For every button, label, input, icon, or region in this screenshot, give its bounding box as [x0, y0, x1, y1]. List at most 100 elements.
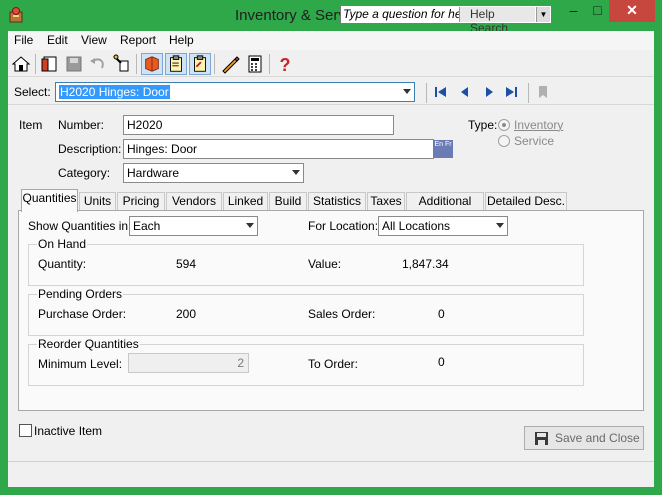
tab-taxes[interactable]: Taxes — [367, 192, 405, 211]
toolbar-separator — [214, 54, 215, 74]
toolbar-separator — [136, 54, 137, 74]
menu-report[interactable]: Report — [120, 33, 156, 47]
tab-vendors[interactable]: Vendors — [166, 192, 222, 211]
toolbar: ? — [8, 51, 654, 77]
to-order-label: To Order: — [308, 357, 359, 371]
first-record-icon[interactable] — [432, 83, 450, 101]
type-service-label[interactable]: Service — [514, 134, 554, 148]
location-combobox[interactable]: All Locations — [378, 216, 508, 236]
save-and-close-button[interactable]: Save and Close — [524, 426, 644, 450]
chevron-down-icon[interactable] — [246, 223, 254, 228]
tab-additional-info[interactable]: Additional Info — [406, 192, 484, 225]
show-quantities-combobox[interactable]: Each — [129, 216, 258, 236]
category-value[interactable]: Hardware — [127, 166, 179, 180]
minimum-level-label: Minimum Level: — [38, 357, 123, 371]
select-combobox[interactable]: H2020 Hinges: Door — [55, 82, 415, 102]
quantity-value: 594 — [176, 257, 197, 271]
clipboard-edit-icon[interactable] — [189, 53, 211, 75]
window-title: Inventory & Serv — [235, 7, 346, 24]
help-question-box[interactable]: Type a question for help Help Search ▼ — [340, 5, 552, 35]
minimize-button[interactable]: – — [560, 0, 587, 22]
purchase-order-label: Purchase Order: — [38, 307, 127, 321]
type-label: Type: — [468, 118, 498, 132]
open-record-icon[interactable] — [39, 53, 61, 75]
tab-linked[interactable]: Linked — [223, 192, 268, 211]
menu-file[interactable]: File — [14, 33, 33, 47]
number-field[interactable]: H2020 — [123, 115, 394, 135]
remember-icon[interactable] — [111, 53, 133, 75]
type-inventory-label[interactable]: Inventory — [514, 118, 563, 132]
purchase-order-value: 200 — [176, 307, 197, 321]
select-label: Select: — [14, 85, 51, 99]
item-list-icon[interactable] — [141, 53, 163, 75]
bookmark-icon[interactable] — [534, 83, 552, 101]
svg-text:?: ? — [280, 55, 291, 75]
sales-order-value: 0 — [438, 307, 445, 321]
help-icon[interactable]: ? — [274, 53, 296, 75]
home-icon[interactable] — [10, 53, 32, 75]
pencil-icon[interactable] — [219, 53, 241, 75]
sales-order-label: Sales Order: — [308, 307, 376, 321]
calculator-icon[interactable] — [244, 53, 266, 75]
help-search-label[interactable]: Help Search — [459, 7, 535, 35]
inactive-item-label[interactable]: Inactive Item — [34, 424, 102, 438]
inventory-window: Inventory & Serv Type a question for hel… — [0, 0, 662, 495]
undo-icon[interactable] — [87, 53, 109, 75]
maximize-button[interactable]: □ — [584, 0, 611, 22]
tab-pricing[interactable]: Pricing — [117, 192, 165, 211]
tab-statistics[interactable]: Statistics — [308, 192, 366, 211]
toolbar-separator — [35, 54, 36, 74]
pending-orders-title: Pending Orders — [37, 287, 124, 301]
for-location-label: For Location: — [308, 219, 379, 233]
chevron-down-icon[interactable] — [403, 89, 411, 94]
tab-detailed-desc[interactable]: Detailed Desc. — [485, 192, 567, 211]
chevron-down-icon[interactable] — [292, 170, 300, 175]
last-record-icon[interactable] — [502, 83, 520, 101]
title-bar[interactable]: Inventory & Serv Type a question for hel… — [0, 0, 662, 35]
help-dropdown-icon[interactable]: ▼ — [536, 7, 550, 22]
save-and-close-label[interactable]: Save and Close — [555, 431, 640, 445]
select-row: Select: H2020 Hinges: Door — [8, 79, 654, 105]
description-field[interactable]: Hinges: Door — [123, 139, 434, 159]
description-label: Description: — [58, 142, 122, 156]
category-label: Category: — [58, 166, 111, 180]
tab-quantities[interactable]: Quantities — [21, 189, 78, 212]
help-question-input[interactable]: Type a question for help — [343, 7, 471, 21]
client-area: File Edit View Report Help ? Select: H20… — [8, 31, 654, 487]
number-value[interactable]: H2020 — [127, 118, 162, 132]
description-value[interactable]: Hinges: Door — [127, 142, 197, 156]
status-bar — [8, 461, 654, 487]
type-inventory-radio[interactable] — [498, 119, 510, 131]
tab-build[interactable]: Build — [269, 192, 307, 211]
menu-view[interactable]: View — [81, 33, 107, 47]
reorder-title: Reorder Quantities — [37, 337, 140, 351]
save-icon[interactable] — [63, 53, 85, 75]
item-section-label: Item — [19, 118, 43, 132]
save-icon — [535, 432, 548, 445]
select-value[interactable]: H2020 Hinges: Door — [59, 85, 170, 99]
category-combobox[interactable]: Hardware — [123, 163, 304, 183]
clipboard-icon[interactable] — [165, 53, 187, 75]
inactive-item-checkbox[interactable] — [19, 424, 32, 437]
language-button[interactable]: En Fr — [433, 140, 453, 158]
quantity-label: Quantity: — [38, 257, 87, 271]
menu-edit[interactable]: Edit — [47, 33, 68, 47]
app-icon — [9, 7, 23, 23]
value-amount: 1,847.34 — [402, 257, 449, 271]
close-button[interactable]: ✕ — [609, 0, 655, 22]
language-icon[interactable]: En Fr — [434, 141, 451, 148]
location-value[interactable]: All Locations — [382, 219, 450, 233]
show-quantities-value[interactable]: Each — [133, 219, 160, 233]
next-record-icon[interactable] — [480, 83, 498, 101]
on-hand-title: On Hand — [37, 237, 88, 251]
minimum-level-field[interactable]: 2 — [128, 353, 249, 373]
toolbar-separator — [269, 54, 270, 74]
minimum-level-value[interactable]: 2 — [237, 356, 244, 370]
previous-record-icon[interactable] — [456, 83, 474, 101]
show-quantities-label: Show Quantities in: — [28, 219, 132, 233]
menu-help[interactable]: Help — [169, 33, 194, 47]
chevron-down-icon[interactable] — [496, 223, 504, 228]
type-service-radio[interactable] — [498, 135, 510, 147]
on-hand-group — [28, 244, 584, 286]
tab-units[interactable]: Units — [79, 192, 116, 211]
